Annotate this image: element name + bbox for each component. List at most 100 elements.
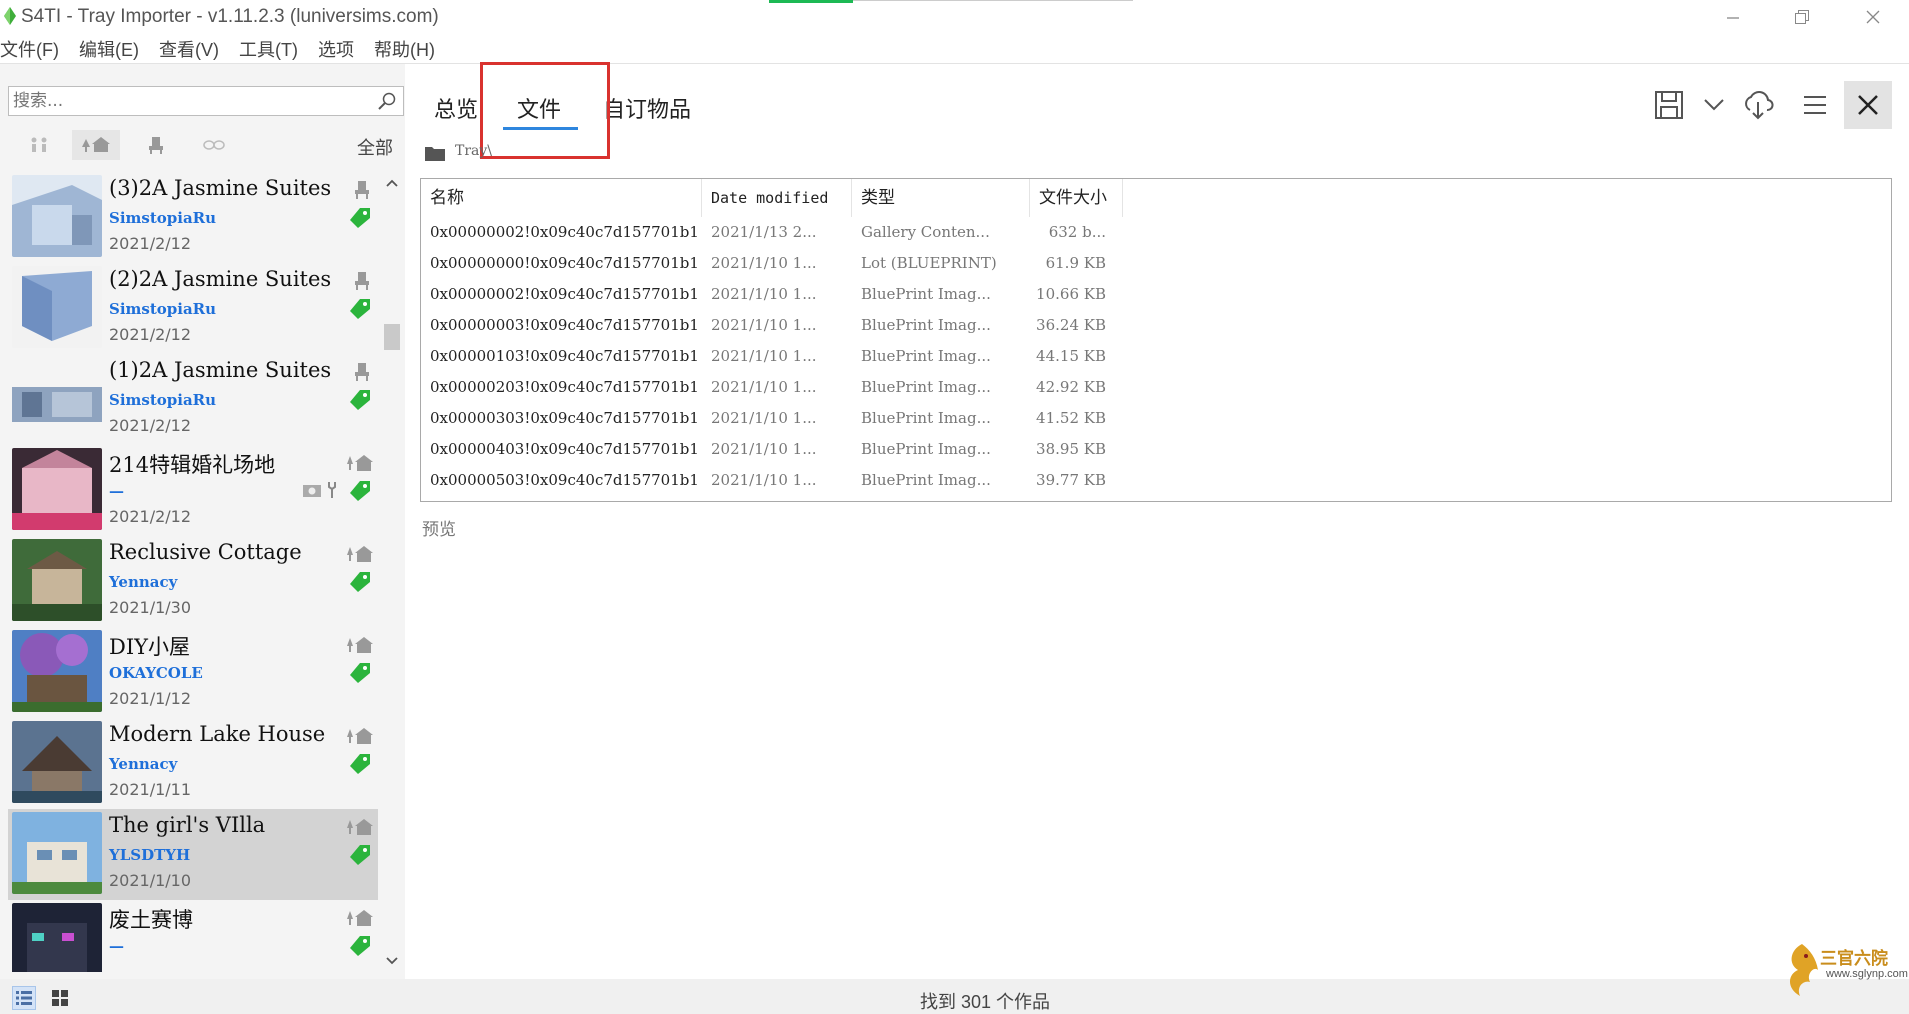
search-input[interactable]: [13, 89, 363, 113]
item-creator[interactable]: —: [109, 482, 124, 500]
filter-rooms-button[interactable]: [132, 130, 180, 160]
dropdown-button[interactable]: [1697, 88, 1731, 122]
table-row[interactable]: 0x00000002!0x09c40c7d157701b1 2021/1/10 …: [421, 279, 1891, 310]
list-item[interactable]: 214特辑婚礼场地 — 2021/2/12: [8, 445, 378, 536]
menu-options[interactable]: 选项: [318, 36, 364, 62]
grid-view-button[interactable]: [48, 986, 72, 1010]
column-header-size[interactable]: 文件大小: [1030, 179, 1123, 217]
menu-button[interactable]: [1798, 88, 1832, 122]
wrench-icon: [328, 482, 336, 498]
column-header-date[interactable]: Date modified: [702, 179, 852, 217]
cell-size: 632 b...: [1048, 223, 1106, 241]
item-date: 2021/2/12: [109, 507, 192, 526]
item-title: 废土赛博: [109, 908, 193, 932]
minimize-button[interactable]: [1705, 0, 1761, 34]
column-header-type[interactable]: 类型: [852, 179, 1030, 217]
tab-overview[interactable]: 总览: [434, 92, 478, 124]
cell-date: 2021/1/10 1...: [711, 440, 817, 458]
list-scrollbar[interactable]: [381, 172, 403, 972]
cell-type: BluePrint Imag...: [861, 378, 991, 396]
menu-edit[interactable]: 编辑(E): [79, 36, 149, 62]
cell-date: 2021/1/10 1...: [711, 254, 817, 272]
hamburger-menu-icon: [1804, 96, 1826, 114]
cell-type: BluePrint Imag...: [861, 471, 991, 489]
search-icon[interactable]: [377, 91, 397, 111]
window-title: S4TI - Tray Importer - v1.11.2.3 (lunive…: [21, 6, 439, 27]
close-window-button[interactable]: [1845, 0, 1901, 34]
tag-icon: [350, 845, 370, 865]
filter-all-button[interactable]: 全部: [357, 134, 393, 160]
grid-view-icon: [52, 990, 68, 1006]
item-creator[interactable]: —: [109, 937, 124, 955]
item-creator[interactable]: SimstopiaRu: [109, 209, 216, 227]
item-creator[interactable]: SimstopiaRu: [109, 391, 216, 409]
list-item[interactable]: 废土赛博 —: [8, 900, 378, 972]
lot-house-icon: [347, 637, 373, 653]
table-row[interactable]: 0x00000103!0x09c40c7d157701b1 2021/1/10 …: [421, 341, 1891, 372]
menu-view[interactable]: 查看(V): [159, 36, 229, 62]
restore-icon: [1795, 10, 1809, 24]
table-row[interactable]: 0x00000203!0x09c40c7d157701b1 2021/1/10 …: [421, 372, 1891, 403]
filter-sims-button[interactable]: [16, 130, 64, 160]
item-date: 2021/1/12: [109, 689, 192, 708]
room-chair-icon: [355, 363, 369, 381]
table-row[interactable]: 0x00000503!0x09c40c7d157701b1 2021/1/10 …: [421, 465, 1891, 496]
chevron-down-icon: [1704, 99, 1724, 111]
column-header-name[interactable]: 名称: [421, 179, 702, 217]
scroll-down-button[interactable]: [381, 950, 403, 972]
item-creator[interactable]: SimstopiaRu: [109, 300, 216, 318]
lot-house-icon: [347, 819, 373, 835]
list-item[interactable]: (1)2A Jasmine Suites SimstopiaRu 2021/2/…: [8, 354, 378, 445]
watermark-url: www.sglynp.com: [1826, 968, 1908, 980]
room-chair-icon: [355, 272, 369, 290]
dragon-logo-icon: [1790, 944, 1818, 996]
cell-date: 2021/1/10 1...: [711, 378, 817, 396]
cell-type: BluePrint Imag...: [861, 316, 991, 334]
restore-button[interactable]: [1774, 0, 1830, 34]
item-title: Reclusive Cottage: [109, 540, 302, 564]
item-thumbnail: [12, 721, 102, 803]
menu-tools[interactable]: 工具(T): [239, 36, 308, 62]
list-item[interactable]: DIY小屋 OKAYCOLE 2021/1/12: [8, 627, 378, 718]
lot-house-icon: [82, 137, 110, 152]
table-row[interactable]: 0x00000003!0x09c40c7d157701b1 2021/1/10 …: [421, 310, 1891, 341]
list-item-selected[interactable]: The girl's VIlla YLSDTYH 2021/1/10: [8, 809, 378, 900]
menu-file[interactable]: 文件(F): [0, 36, 69, 62]
menu-help[interactable]: 帮助(H): [374, 36, 445, 62]
cell-size: 39.77 KB: [1036, 471, 1106, 489]
item-creator[interactable]: Yennacy: [109, 755, 177, 773]
tab-custom-content[interactable]: 自订物品: [603, 92, 691, 124]
list-item[interactable]: Modern Lake House Yennacy 2021/1/11: [8, 718, 378, 809]
table-row[interactable]: 0x00000403!0x09c40c7d157701b1 2021/1/10 …: [421, 434, 1891, 465]
table-row[interactable]: 0x00000303!0x09c40c7d157701b1 2021/1/10 …: [421, 403, 1891, 434]
cell-type: BluePrint Imag...: [861, 409, 991, 427]
item-creator[interactable]: Yennacy: [109, 573, 177, 591]
list-item[interactable]: Reclusive Cottage Yennacy 2021/1/30: [8, 536, 378, 627]
list-view-button[interactable]: [12, 986, 36, 1010]
camera-icon: [303, 485, 321, 497]
list-item[interactable]: (2)2A Jasmine Suites SimstopiaRu 2021/2/…: [8, 263, 378, 354]
item-title: Modern Lake House: [109, 722, 326, 746]
filter-lots-button[interactable]: [72, 130, 120, 160]
cell-type: BluePrint Imag...: [861, 440, 991, 458]
cell-date: 2021/1/10 1...: [711, 285, 817, 303]
cell-type: BluePrint Imag...: [861, 347, 991, 365]
list-item[interactable]: (3)2A Jasmine Suites SimstopiaRu 2021/2/…: [8, 172, 378, 263]
tray-item-list: (3)2A Jasmine Suites SimstopiaRu 2021/2/…: [8, 172, 378, 972]
scroll-thumb[interactable]: [384, 324, 400, 350]
item-date: 2021/1/11: [109, 780, 192, 799]
lot-house-icon: [347, 728, 373, 744]
item-date: 2021/2/12: [109, 416, 192, 435]
save-button[interactable]: [1652, 88, 1686, 122]
scroll-up-button[interactable]: [381, 172, 403, 194]
filter-link-button[interactable]: [190, 130, 238, 160]
watermark: 三官六院 www.sglynp.com: [1780, 940, 1909, 1000]
item-creator[interactable]: YLSDTYH: [109, 846, 190, 864]
table-row[interactable]: 0x00000002!0x09c40c7d157701b1 2021/1/13 …: [421, 217, 1891, 248]
table-row[interactable]: 0x00000000!0x09c40c7d157701b1 2021/1/10 …: [421, 248, 1891, 279]
annotation-highlight-box: [480, 62, 610, 159]
item-creator[interactable]: OKAYCOLE: [109, 664, 203, 682]
cell-name: 0x00000103!0x09c40c7d157701b1: [430, 347, 699, 365]
download-button[interactable]: [1741, 88, 1775, 122]
close-panel-button[interactable]: [1844, 81, 1892, 129]
